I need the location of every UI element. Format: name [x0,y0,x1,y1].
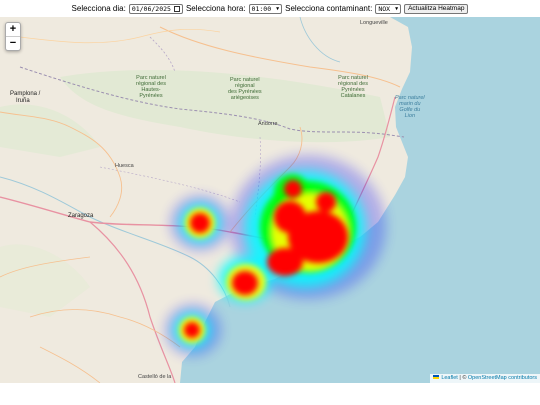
zoom-out-button[interactable]: − [6,37,20,50]
map-label-zaragoza: Zaragoza [68,213,94,219]
map-label-pamplona: Pamplona / [10,91,41,97]
leaflet-link[interactable]: Leaflet [441,375,458,381]
date-label: Selecciona dia: [71,4,126,13]
ukraine-flag-icon [433,375,440,379]
map-label-castello: Castelló de la [138,374,172,380]
hour-select[interactable]: 01:00 ▼ [248,3,283,14]
map-label-park-catalanes: Parc naturel régional des Pyrénées Catal… [338,75,368,99]
map-tiles [0,17,540,383]
pollutant-label: Selecciona contaminant: [285,4,373,13]
map-label-andorra: Andorra [258,121,278,127]
map-label-irunea: Iruña [16,98,30,104]
hour-value: 01:00 [251,4,272,13]
map-label-park-golfe: Parc naturel marin du Golfe du Lion [395,95,425,119]
pollutant-value: NOX [378,4,391,13]
hour-label: Selecciona hora: [185,4,246,13]
osm-link[interactable]: OpenStreetMap contributors [468,375,537,381]
map-label-longueville: Longueville [360,20,388,26]
date-input[interactable]: 01/06/2025 [128,3,183,14]
update-heatmap-button[interactable]: Actualitza Heatmap [404,3,469,14]
attribution: Leaflet | © OpenStreetMap contributors [430,374,540,383]
controls-bar: Selecciona dia: 01/06/2025 Selecciona ho… [0,0,540,17]
zoom-in-button[interactable]: + [6,23,20,37]
zoom-control: + − [5,22,21,51]
chevron-down-icon: ▼ [395,5,399,12]
map-label-park-hautes: Parc naturel régional des Hautes- Pyréné… [136,75,166,99]
pollutant-select[interactable]: NOX ▼ [375,3,402,14]
calendar-icon[interactable] [173,5,180,12]
date-value: 01/06/2025 [131,4,171,13]
map-label-huesca: Huesca [115,163,134,169]
map-label-park-pyrenees: Parc naturel régional des Pyrénées ariég… [228,77,262,101]
attribution-separator: | © [457,375,468,381]
map[interactable]: Longueville Pamplona / Iruña Zaragoza Hu… [0,17,540,383]
chevron-down-icon: ▼ [276,5,280,12]
